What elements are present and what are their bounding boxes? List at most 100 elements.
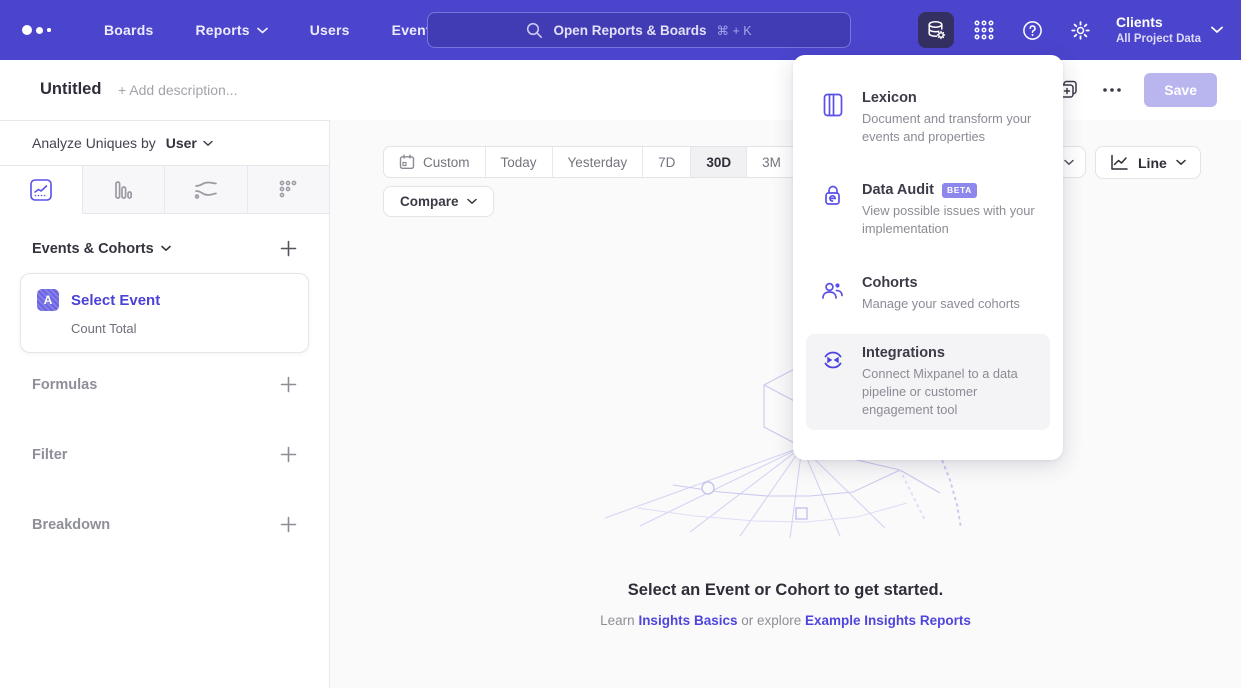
menu-item-data-audit[interactable]: Data Audit BETA View possible issues wit… bbox=[806, 171, 1050, 249]
database-gear-icon bbox=[924, 18, 948, 42]
search-placeholder: Open Reports & Boards bbox=[553, 23, 706, 38]
data-management-button[interactable] bbox=[918, 12, 954, 48]
filter-section: Filter bbox=[0, 446, 329, 463]
date-range-yesterday[interactable]: Yesterday bbox=[553, 147, 644, 177]
nav-item-reports[interactable]: Reports bbox=[195, 22, 267, 38]
event-selector-card[interactable]: A Select Event Count Total bbox=[20, 273, 309, 353]
event-metric-selector[interactable]: Count Total bbox=[71, 321, 292, 336]
account-project: All Project Data bbox=[1116, 32, 1201, 46]
chevron-down-icon bbox=[1064, 159, 1074, 166]
audit-icon bbox=[820, 182, 846, 238]
empty-state-title: Select an Event or Cohort to get started… bbox=[330, 581, 1241, 600]
compare-button[interactable]: Compare bbox=[383, 186, 494, 217]
book-icon bbox=[820, 90, 846, 146]
chevron-down-icon bbox=[1176, 159, 1186, 166]
date-range-today[interactable]: Today bbox=[486, 147, 553, 177]
report-title[interactable]: Untitled bbox=[40, 80, 101, 99]
date-range-3m[interactable]: 3M bbox=[747, 147, 797, 177]
settings-button[interactable] bbox=[1062, 12, 1098, 48]
chart-style-label: Line bbox=[1138, 155, 1167, 171]
analyze-uniques-selector[interactable]: Analyze Uniques by User bbox=[0, 121, 329, 166]
tab-metric-grid[interactable] bbox=[248, 166, 330, 214]
bar-chart-icon bbox=[111, 178, 135, 202]
plus-icon bbox=[280, 376, 297, 393]
tab-line-chart[interactable] bbox=[0, 166, 83, 214]
question-circle-icon bbox=[1021, 19, 1044, 42]
save-button[interactable]: Save bbox=[1144, 73, 1217, 107]
plus-icon bbox=[280, 516, 297, 533]
chart-style-button[interactable]: Line bbox=[1095, 146, 1201, 179]
nav-item-users[interactable]: Users bbox=[310, 22, 350, 38]
chevron-down-icon bbox=[467, 198, 477, 205]
apps-grid-button[interactable] bbox=[966, 12, 1002, 48]
add-description-field[interactable]: + Add description... bbox=[118, 82, 237, 98]
integrations-icon bbox=[820, 345, 846, 419]
menu-item-description: Connect Mixpanel to a data pipeline or c… bbox=[862, 365, 1036, 419]
search-icon bbox=[526, 22, 543, 39]
menu-item-title: Data Audit bbox=[862, 182, 934, 198]
line-chart-icon bbox=[29, 178, 53, 202]
cohorts-icon bbox=[820, 275, 846, 313]
grid-dots-icon bbox=[973, 19, 995, 41]
data-management-dropdown: Lexicon Document and transform your even… bbox=[793, 55, 1063, 460]
beta-badge: BETA bbox=[942, 183, 977, 198]
add-breakdown-button[interactable] bbox=[280, 516, 297, 533]
chevron-down-icon bbox=[203, 140, 213, 147]
menu-item-title: Integrations bbox=[862, 345, 945, 361]
analyze-value: User bbox=[166, 135, 197, 151]
chevron-down-icon bbox=[1211, 26, 1223, 34]
events-cohorts-header: Events & Cohorts bbox=[0, 240, 329, 257]
add-formula-button[interactable] bbox=[280, 376, 297, 393]
line-style-icon bbox=[1110, 154, 1129, 171]
account-name: Clients bbox=[1116, 14, 1201, 32]
tab-bar-chart[interactable] bbox=[83, 166, 166, 214]
menu-item-title: Lexicon bbox=[862, 90, 917, 106]
add-filter-button[interactable] bbox=[280, 446, 297, 463]
global-search-input[interactable]: Open Reports & Boards ⌘ + K bbox=[427, 12, 851, 48]
select-event-button[interactable]: Select Event bbox=[71, 292, 160, 309]
plus-icon bbox=[280, 240, 297, 257]
more-options-button[interactable] bbox=[1102, 87, 1122, 93]
date-range-custom[interactable]: Custom bbox=[384, 147, 486, 177]
menu-item-lexicon[interactable]: Lexicon Document and transform your even… bbox=[806, 79, 1050, 157]
query-sidebar: Analyze Uniques by User bbox=[0, 120, 330, 688]
date-range-7d[interactable]: 7D bbox=[643, 147, 691, 177]
chevron-down-icon bbox=[257, 27, 268, 34]
top-navigation-bar: Boards Reports Users Events Open Reports… bbox=[0, 0, 1241, 60]
add-event-button[interactable] bbox=[280, 240, 297, 257]
date-range-30d[interactable]: 30D bbox=[691, 147, 747, 177]
filter-label: Filter bbox=[32, 447, 67, 463]
menu-item-integrations[interactable]: Integrations Connect Mixpanel to a data … bbox=[806, 334, 1050, 430]
menu-item-cohorts[interactable]: Cohorts Manage your saved cohorts bbox=[806, 264, 1050, 324]
plus-icon bbox=[280, 446, 297, 463]
help-button[interactable] bbox=[1014, 12, 1050, 48]
menu-item-title: Cohorts bbox=[862, 275, 918, 291]
date-range-custom-label: Custom bbox=[423, 155, 470, 170]
tab-flow-chart[interactable] bbox=[165, 166, 248, 214]
menu-item-description: Document and transform your events and p… bbox=[862, 110, 1036, 146]
nav-item-reports-label: Reports bbox=[195, 22, 249, 38]
example-reports-link[interactable]: Example Insights Reports bbox=[805, 613, 971, 628]
gear-icon bbox=[1069, 19, 1092, 42]
breakdown-label: Breakdown bbox=[32, 517, 110, 533]
chevron-down-icon bbox=[161, 245, 171, 252]
insights-basics-link[interactable]: Insights Basics bbox=[638, 613, 737, 628]
empty-state-subtitle: Learn Insights Basics or explore Example… bbox=[330, 613, 1241, 628]
flow-icon bbox=[193, 178, 219, 202]
dots-grid-icon bbox=[277, 179, 299, 201]
formulas-label: Formulas bbox=[32, 377, 97, 393]
menu-item-description: Manage your saved cohorts bbox=[862, 295, 1020, 313]
compare-label: Compare bbox=[400, 194, 459, 209]
mixpanel-insights-app: Boards Reports Users Events Open Reports… bbox=[0, 0, 1241, 688]
event-series-badge: A bbox=[37, 289, 59, 311]
project-switcher[interactable]: Clients All Project Data bbox=[1116, 14, 1223, 46]
nav-item-boards[interactable]: Boards bbox=[104, 22, 153, 38]
search-shortcut: ⌘ + K bbox=[716, 23, 751, 38]
events-cohorts-toggle[interactable]: Events & Cohorts bbox=[32, 241, 171, 257]
date-range-control: Custom Today Yesterday 7D 30D 3M 6M bbox=[383, 146, 847, 178]
mixpanel-logo-icon[interactable] bbox=[22, 25, 62, 35]
subtitle-middle: or explore bbox=[737, 613, 805, 628]
formulas-section: Formulas bbox=[0, 376, 329, 393]
chart-type-tabs bbox=[0, 166, 329, 214]
breakdown-section: Breakdown bbox=[0, 516, 329, 533]
